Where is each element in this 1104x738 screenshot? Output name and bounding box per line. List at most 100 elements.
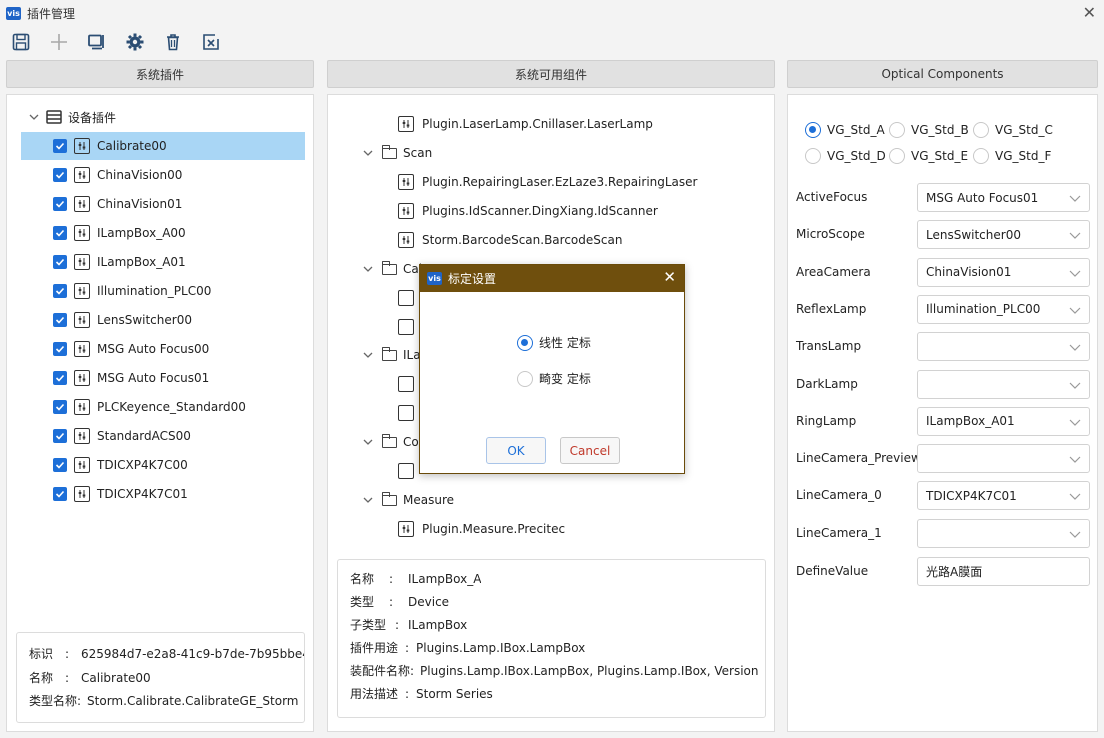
tree-group-cal[interactable]: Cal: [362, 255, 422, 283]
device-button[interactable]: [80, 29, 114, 55]
close-icon[interactable]: ✕: [1083, 3, 1096, 22]
chevron-down-icon: [1069, 270, 1081, 277]
field-combo[interactable]: Illumination_PLC00: [917, 294, 1090, 324]
checkbox-checked[interactable]: [53, 168, 67, 182]
linear-calibration-option[interactable]: 线性 定标: [517, 334, 591, 351]
plugin-item[interactable]: LensSwitcher00: [53, 306, 192, 334]
radio-button[interactable]: [805, 122, 821, 138]
field-label: LineCamera_0: [796, 488, 882, 503]
checkbox-checked[interactable]: [53, 458, 67, 472]
checkbox-checked[interactable]: [53, 429, 67, 443]
chevron-down-icon[interactable]: [362, 494, 374, 506]
radio-button[interactable]: [889, 148, 905, 164]
radio-selected[interactable]: [517, 334, 533, 351]
plugin-item-label: Calibrate00: [97, 139, 167, 153]
checkbox-checked[interactable]: [53, 342, 67, 356]
vg-std-radio[interactable]: VG_Std_E: [889, 148, 968, 164]
vg-std-radio[interactable]: VG_Std_C: [973, 122, 1053, 138]
plugin-item[interactable]: TDICXP4K7C00: [53, 451, 188, 479]
plugin-item[interactable]: StandardACS00: [53, 422, 191, 450]
checkbox-checked[interactable]: [53, 226, 67, 240]
plugin-item[interactable]: ChinaVision00: [53, 161, 182, 189]
chevron-down-icon[interactable]: [362, 436, 374, 448]
plugin-item[interactable]: TDICXP4K7C01: [53, 480, 188, 508]
dialog-close-icon[interactable]: ✕: [663, 268, 676, 286]
checkbox-checked[interactable]: [53, 400, 67, 414]
checkbox-checked[interactable]: [53, 284, 67, 298]
plugin-icon: [398, 521, 414, 537]
define-value-input[interactable]: 光路A膜面: [917, 557, 1090, 586]
clear-button[interactable]: [194, 29, 228, 55]
add-button[interactable]: [42, 29, 76, 55]
plugin-item[interactable]: ChinaVision01: [53, 190, 182, 218]
radio-unselected[interactable]: [517, 370, 533, 387]
plugin-item[interactable]: MSG Auto Focus00: [53, 335, 209, 363]
plugin-icon: [74, 196, 90, 212]
plugin-icon: [74, 370, 90, 386]
radio-button[interactable]: [805, 148, 821, 164]
component-info-box: 名称: ILampBox_A 类型: Device 子类型: ILampBox 插件用…: [337, 559, 766, 718]
save-button[interactable]: [4, 29, 38, 55]
tree-group-co[interactable]: Co: [362, 428, 419, 456]
chevron-down-icon[interactable]: [362, 263, 374, 275]
plugin-item[interactable]: MSG Auto Focus01: [53, 364, 209, 392]
plugin-info-box: 标识:625984d7-e2a8-41c9-b7de-7b95bbe49 名称:…: [16, 632, 305, 723]
chevron-down-icon: [1069, 456, 1081, 463]
plugin-icon: [74, 457, 90, 473]
dialog-title-bar: vis 标定设置 ✕: [420, 265, 684, 292]
checkbox-checked[interactable]: [53, 487, 67, 501]
field-combo[interactable]: [917, 369, 1090, 399]
vg-std-radio[interactable]: VG_Std_F: [973, 148, 1051, 164]
checkbox-checked[interactable]: [53, 255, 67, 269]
field-combo[interactable]: LensSwitcher00: [917, 220, 1090, 250]
component-item[interactable]: Plugins.IdScanner.DingXiang.IdScanner: [398, 197, 658, 225]
component-item[interactable]: [398, 370, 414, 398]
vg-std-radio[interactable]: VG_Std_D: [805, 148, 886, 164]
component-item[interactable]: [398, 313, 414, 341]
vg-std-radio[interactable]: VG_Std_A: [805, 122, 885, 138]
checkbox-checked[interactable]: [53, 197, 67, 211]
field-combo[interactable]: TDICXP4K7C01: [917, 481, 1090, 511]
field-combo[interactable]: ILampBox_A01: [917, 406, 1090, 436]
plugin-item[interactable]: Calibrate00: [53, 132, 167, 160]
field-combo[interactable]: [917, 518, 1090, 548]
field-combo[interactable]: [917, 444, 1090, 474]
radio-button[interactable]: [973, 148, 989, 164]
plugin-item[interactable]: ILampBox_A00: [53, 219, 186, 247]
checkbox-checked[interactable]: [53, 139, 67, 153]
vg-std-radio[interactable]: VG_Std_B: [889, 122, 969, 138]
plugin-item[interactable]: ILampBox_A01: [53, 248, 186, 276]
plugin-item-label: Illumination_PLC00: [97, 284, 212, 298]
settings-button[interactable]: [118, 29, 152, 55]
ok-button[interactable]: OK: [486, 437, 546, 464]
field-combo[interactable]: MSG Auto Focus01: [917, 183, 1090, 212]
calibration-dialog: vis 标定设置 ✕ 线性 定标 畸变 定标 OK Cancel: [419, 264, 685, 474]
chevron-down-icon[interactable]: [362, 349, 374, 361]
tree-root[interactable]: 设备插件: [28, 103, 116, 131]
field-combo[interactable]: ChinaVision01: [917, 257, 1090, 287]
distortion-calibration-option[interactable]: 畸变 定标: [517, 370, 591, 387]
component-item[interactable]: Plugin.LaserLamp.Cnillaser.LaserLamp: [398, 110, 653, 138]
tree-group-measure[interactable]: Measure: [362, 486, 454, 514]
delete-button[interactable]: [156, 29, 190, 55]
tree-group-scan[interactable]: Scan: [362, 139, 432, 167]
component-item[interactable]: [398, 284, 414, 312]
plugin-icon: [398, 116, 414, 132]
component-item[interactable]: [398, 399, 414, 427]
component-item[interactable]: Storm.BarcodeScan.BarcodeScan: [398, 226, 622, 254]
chevron-down-icon[interactable]: [28, 111, 40, 123]
radio-button[interactable]: [889, 122, 905, 138]
component-item[interactable]: [398, 457, 414, 485]
component-item[interactable]: Plugin.RepairingLaser.EzLaze3.RepairingL…: [398, 168, 697, 196]
field-combo[interactable]: [917, 332, 1090, 362]
chevron-down-icon[interactable]: [362, 147, 374, 159]
checkbox-checked[interactable]: [53, 313, 67, 327]
radio-button[interactable]: [973, 122, 989, 138]
checkbox-checked[interactable]: [53, 371, 67, 385]
toolbar: [0, 28, 228, 56]
component-item[interactable]: Plugin.Measure.Precitec: [398, 515, 565, 543]
plugin-item[interactable]: PLCKeyence_Standard00: [53, 393, 246, 421]
plugin-item[interactable]: Illumination_PLC00: [53, 277, 211, 305]
cancel-button[interactable]: Cancel: [560, 437, 620, 464]
tree-group-ilamp[interactable]: ILa: [362, 341, 421, 369]
